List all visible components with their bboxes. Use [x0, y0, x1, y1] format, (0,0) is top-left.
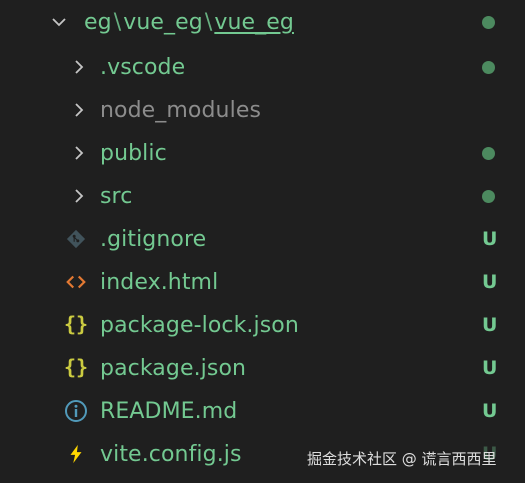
tree-item-package-json[interactable]: {} package.json U [0, 347, 525, 390]
tree-item-label: index.html [100, 270, 219, 295]
tree-item-node-modules[interactable]: node_modules [0, 89, 525, 132]
chevron-down-icon [50, 13, 68, 31]
untracked-status-badge: U [482, 228, 498, 250]
modified-status-dot [482, 16, 495, 29]
tree-item-index-html[interactable]: index.html U [0, 261, 525, 304]
chevron-right-icon [70, 58, 88, 76]
path-separator: \ [204, 10, 213, 35]
modified-status-dot [482, 190, 495, 203]
root-folder-path: eg\vue_eg\vue_eg [84, 10, 294, 35]
tree-item-label: README.md [100, 399, 238, 424]
path-segment: vue_eg [123, 10, 203, 35]
lightning-icon [64, 442, 88, 466]
tree-item-label: src [100, 184, 133, 209]
tree-item-package-lock-json[interactable]: {} package-lock.json U [0, 304, 525, 347]
tree-item-label: package-lock.json [100, 313, 299, 338]
untracked-status-badge: U [482, 400, 498, 422]
untracked-status-badge: U [482, 357, 498, 379]
tree-item-label: package.json [100, 356, 247, 381]
path-segment: eg [84, 10, 112, 35]
path-segment-current: vue_eg [214, 10, 294, 35]
tree-item-label: vite.config.js [100, 442, 242, 467]
tree-item-label: .vscode [100, 55, 186, 80]
info-icon [64, 399, 88, 423]
untracked-status-badge: U [482, 271, 498, 293]
file-explorer: eg\vue_eg\vue_eg .vscode node_modules pu… [0, 0, 525, 483]
tree-item-public[interactable]: public [0, 132, 525, 175]
modified-status-dot [482, 147, 495, 160]
tree-item-label: public [100, 141, 167, 166]
chevron-right-icon [70, 101, 88, 119]
json-icon: {} [63, 355, 89, 379]
path-separator: \ [113, 10, 122, 35]
untracked-status-badge: U [482, 314, 498, 336]
modified-status-dot [482, 61, 495, 74]
explorer-root-folder[interactable]: eg\vue_eg\vue_eg [0, 1, 525, 44]
git-icon [64, 227, 88, 251]
watermark-text: 掘金技术社区 @ 谎言西西里 [307, 450, 497, 468]
json-icon: {} [63, 312, 89, 336]
chevron-right-icon [70, 144, 88, 162]
tree-item-src[interactable]: src [0, 175, 525, 218]
chevron-right-icon [70, 187, 88, 205]
tree-item-vscode[interactable]: .vscode [0, 46, 525, 89]
tree-item-gitignore[interactable]: .gitignore U [0, 218, 525, 261]
tree-item-label: node_modules [100, 98, 262, 123]
html-icon [64, 270, 88, 294]
tree-item-readme-md[interactable]: README.md U [0, 390, 525, 433]
tree-item-label: .gitignore [100, 227, 207, 252]
